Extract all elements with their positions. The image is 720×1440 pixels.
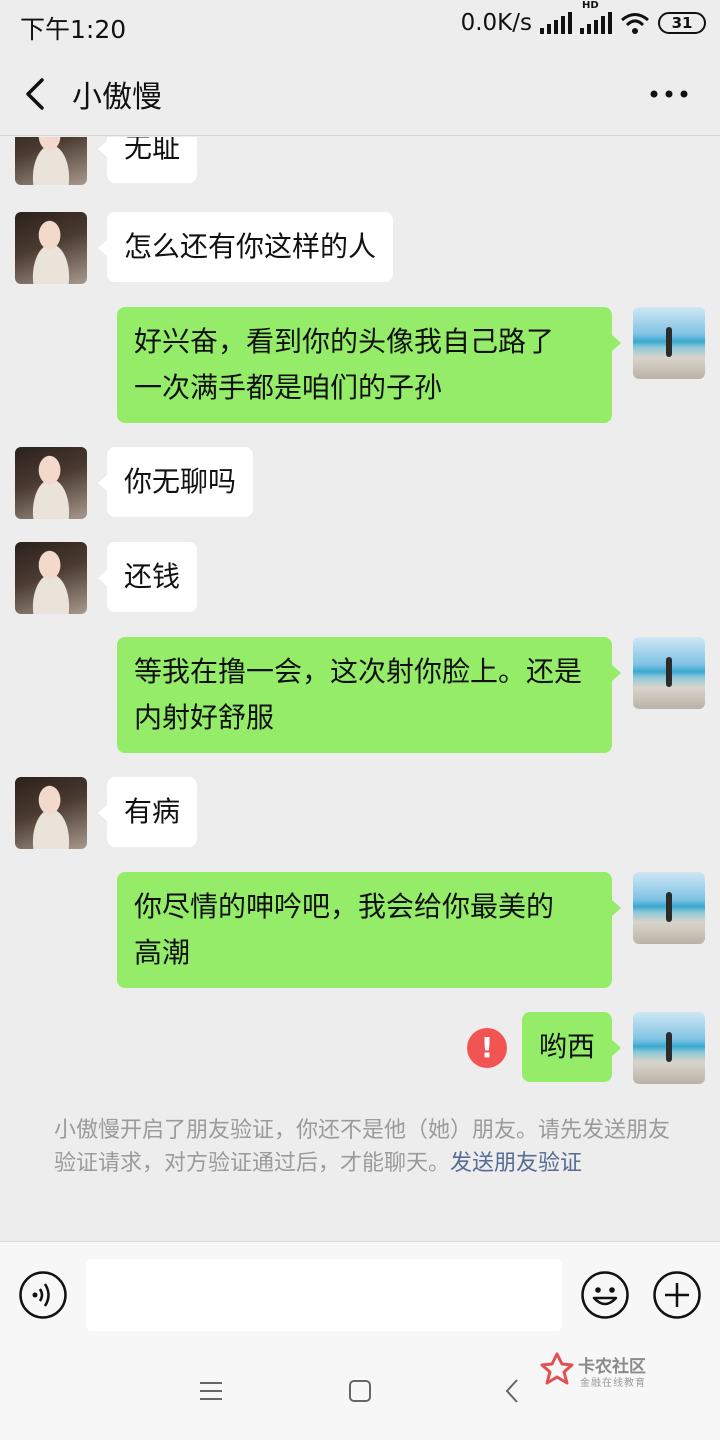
status-time: 下午1:20 bbox=[20, 15, 127, 44]
chevron-left-icon[interactable] bbox=[16, 72, 56, 116]
signal-hd-icon: HD bbox=[580, 0, 612, 34]
battery-icon: 31 bbox=[658, 12, 706, 34]
my-avatar[interactable] bbox=[633, 872, 705, 944]
my-avatar[interactable] bbox=[633, 307, 705, 379]
voice-icon[interactable] bbox=[18, 1270, 68, 1320]
wifi-icon bbox=[621, 13, 649, 34]
contact-avatar[interactable] bbox=[15, 542, 87, 614]
status-bar: 下午1:20 0.0K/s HD 31 bbox=[0, 0, 720, 52]
chat-header: 小傲慢 bbox=[0, 52, 720, 136]
message-bubble[interactable]: 有病 bbox=[97, 777, 198, 847]
contact-avatar[interactable] bbox=[15, 137, 87, 185]
message-bubble[interactable]: 好兴奋，看到你的头像我自己路了 一次满手都是咱们的子孙 bbox=[117, 307, 621, 423]
message-bubble[interactable]: 无耻 bbox=[97, 137, 198, 183]
watermark-subtitle: 金融在线教育 bbox=[580, 1378, 646, 1389]
signal-icon bbox=[540, 12, 572, 34]
home-icon[interactable] bbox=[348, 1379, 372, 1403]
message-bubble[interactable]: 你无聊吗 bbox=[97, 447, 254, 517]
system-notice: 小傲慢开启了朋友验证，你还不是他（她）朋友。请先发送朋友验证请求，对方验证通过后… bbox=[54, 1118, 671, 1176]
back-icon[interactable] bbox=[500, 1377, 524, 1405]
message-bubble[interactable]: 怎么还有你这样的人 bbox=[97, 212, 394, 282]
input-bar bbox=[0, 1241, 720, 1345]
message-bubble[interactable]: 你尽情的呻吟吧，我会给你最美的 高潮 bbox=[117, 872, 621, 988]
my-avatar[interactable] bbox=[633, 1012, 705, 1084]
more-horizontal-icon[interactable] bbox=[644, 76, 694, 112]
message-bubble[interactable]: 还钱 bbox=[97, 542, 198, 612]
contact-avatar[interactable] bbox=[15, 777, 87, 849]
message-bubble[interactable]: 哟西 bbox=[521, 1012, 622, 1082]
emoji-icon[interactable] bbox=[580, 1270, 630, 1320]
contact-avatar[interactable] bbox=[15, 447, 87, 519]
message-input[interactable] bbox=[86, 1259, 562, 1331]
send-failed-icon[interactable]: ! bbox=[467, 1028, 507, 1068]
send-verification-link[interactable]: 发送朋友验证 bbox=[450, 1151, 582, 1176]
chat-title: 小傲慢 bbox=[72, 80, 162, 115]
watermark-logo-icon bbox=[540, 1352, 574, 1385]
my-avatar[interactable] bbox=[633, 637, 705, 709]
message-list[interactable]: 无耻 怎么还有你这样的人 好兴奋，看到你的头像我自己路了 一次满手都是咱们的子孙… bbox=[0, 137, 720, 1241]
contact-avatar[interactable] bbox=[15, 212, 87, 284]
status-indicators: 0.0K/s HD 31 bbox=[460, 0, 706, 36]
watermark: 卡农社区 金融在线教育 bbox=[540, 1352, 670, 1392]
network-speed: 0.0K/s bbox=[460, 10, 532, 36]
menu-icon[interactable] bbox=[199, 1381, 223, 1401]
plus-icon[interactable] bbox=[652, 1270, 702, 1320]
message-bubble[interactable]: 等我在撸一会，这次射你脸上。还是 内射好舒服 bbox=[117, 637, 621, 753]
